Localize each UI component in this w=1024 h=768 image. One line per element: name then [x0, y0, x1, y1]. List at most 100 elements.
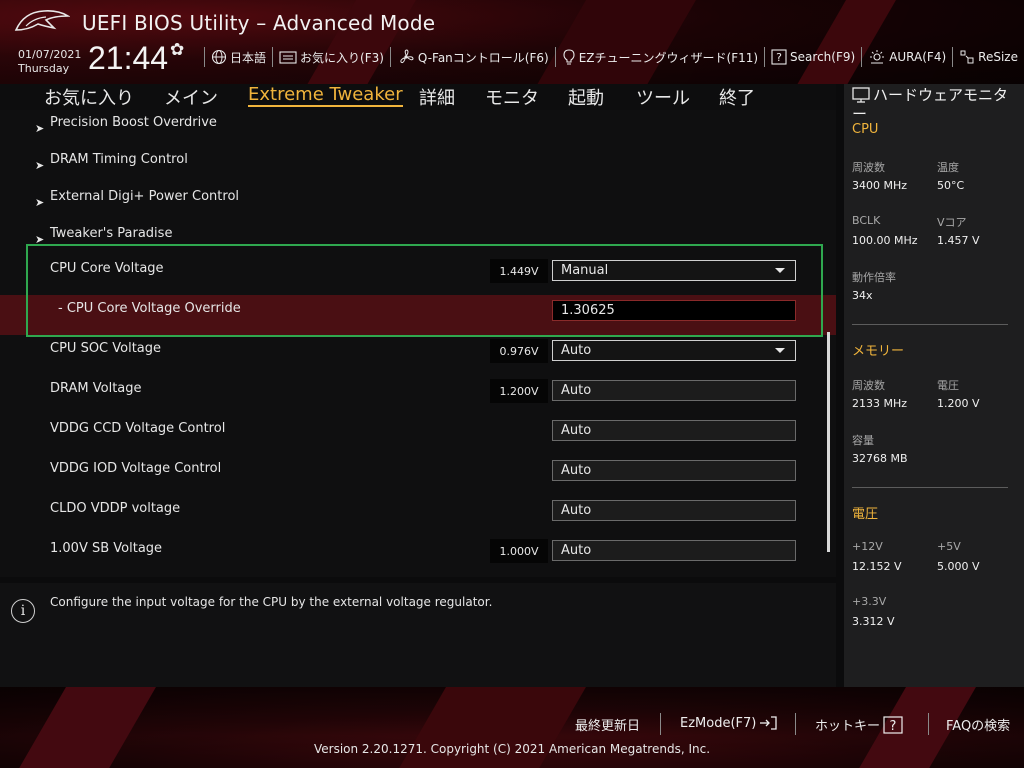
chevron-down-icon [775, 348, 785, 353]
toolbar-divider [554, 47, 556, 67]
cldo-vddp-voltage-field[interactable]: Auto [552, 500, 796, 521]
field-value: Auto [561, 383, 592, 398]
ez-tuning-label: EZチューニングウィザード(F11) [578, 50, 759, 65]
tab-favorites[interactable]: お気に入り [44, 84, 134, 110]
toolbar-divider [389, 47, 391, 67]
setting-label: DRAM Voltage [50, 381, 142, 396]
voltage-readout: 1.000V [490, 539, 548, 563]
settings-panel: ➤ Precision Boost Overdrive ➤ DRAM Timin… [0, 110, 836, 577]
tab-extreme-tweaker[interactable]: Extreme Tweaker [248, 84, 403, 107]
tab-main[interactable]: メイン [164, 84, 218, 110]
setting-row-dram-voltage[interactable]: DRAM Voltage 1.200V Auto [0, 375, 836, 413]
toolbar: 日本語 お気に入り(F3) Q-Fanコントロール(F6) EZチューニングウィ… [198, 46, 1018, 68]
bclk-value: 100.00 MHz [852, 234, 918, 247]
svg-text:?: ? [776, 51, 782, 64]
tab-monitor[interactable]: モニタ [485, 84, 539, 110]
ezmode-label: EzMode(F7) [680, 715, 757, 731]
language-label: 日本語 [230, 50, 267, 65]
clock[interactable]: 21:44 [88, 40, 168, 77]
v33-label: +3.3V [852, 595, 887, 608]
setting-row-sb-voltage[interactable]: 1.00V SB Voltage 1.000V Auto [0, 535, 836, 573]
setting-label: CLDO VDDP voltage [50, 501, 181, 516]
voltage-readout: 1.200V [490, 379, 548, 403]
memory-voltage-label: 電圧 [937, 379, 959, 392]
aura-icon [870, 50, 885, 64]
chevron-right-icon: ➤ [35, 122, 45, 135]
setting-row-vddg-ccd-voltage-control[interactable]: VDDG CCD Voltage Control Auto [0, 415, 836, 453]
submenu-external-digi-power-control[interactable]: ➤ External Digi+ Power Control [0, 186, 836, 224]
submenu-precision-boost-overdrive[interactable]: ➤ Precision Boost Overdrive [0, 112, 836, 150]
favorites-label: お気に入り(F3) [300, 50, 384, 65]
tab-advanced[interactable]: 詳細 [419, 84, 455, 110]
ez-tuning-button[interactable]: EZチューニングウィザード(F11) [562, 48, 758, 66]
header-decoration [528, 0, 702, 84]
chevron-right-icon: ➤ [35, 159, 45, 172]
setting-row-cldo-vddp-voltage[interactable]: CLDO VDDP voltage Auto [0, 495, 836, 533]
footer-divider [660, 713, 661, 735]
setting-label: VDDG CCD Voltage Control [50, 421, 226, 436]
vddg-iod-voltage-field[interactable]: Auto [552, 460, 796, 481]
language-button[interactable]: 日本語 [211, 49, 266, 66]
memory-frequency-value: 2133 MHz [852, 397, 908, 410]
dram-voltage-field[interactable]: Auto [552, 380, 796, 401]
favorites-button[interactable]: お気に入り(F3) [279, 49, 384, 66]
v12-label: +12V [852, 540, 883, 553]
hardware-monitor-title: ハードウェアモニター [852, 86, 1020, 124]
tab-boot[interactable]: 起動 [568, 84, 604, 110]
gear-icon[interactable]: ✿ [170, 40, 184, 60]
vcore-label: Vコア [937, 216, 967, 229]
tab-tool[interactable]: ツール [636, 84, 690, 110]
ezmode-button[interactable]: EzMode(F7) [680, 715, 778, 731]
tab-exit[interactable]: 終了 [719, 84, 755, 110]
submenu-dram-timing-control[interactable]: ➤ DRAM Timing Control [0, 149, 836, 187]
search-label: Search(F9) [790, 50, 856, 64]
hardware-monitor-title-text: ハードウェアモニター [852, 86, 1009, 123]
toolbar-divider [764, 47, 766, 67]
v5-label: +5V [937, 540, 961, 553]
main-menu-tabs: お気に入り メイン Extreme Tweaker 詳細 モニタ 起動 ツール … [0, 84, 836, 110]
ratio-value: 34x [852, 289, 873, 302]
help-icon: ? [771, 49, 787, 65]
copyright-text: Version 2.20.1271. Copyright (C) 2021 Am… [313, 742, 711, 756]
last-modified-button[interactable]: 最終更新日 [575, 715, 640, 734]
setting-label: 1.00V SB Voltage [50, 541, 163, 556]
lightbulb-icon [563, 49, 575, 65]
hotkeys-button[interactable]: ホットキー ? [815, 715, 903, 734]
fan-icon [400, 49, 414, 64]
favorites-icon [279, 51, 297, 64]
setting-row-vddg-iod-voltage-control[interactable]: VDDG IOD Voltage Control Auto [0, 455, 836, 493]
monitor-icon [852, 87, 870, 103]
toolbar-divider [952, 47, 954, 67]
cpu-soc-voltage-dropdown[interactable]: Auto [552, 340, 796, 361]
v5-value: 5.000 V [937, 560, 980, 573]
sb-voltage-field[interactable]: Auto [552, 540, 796, 561]
settings-scrollbar[interactable] [827, 332, 830, 552]
field-value: Auto [561, 463, 592, 478]
footer-divider [928, 713, 929, 735]
memory-voltage-value: 1.200 V [937, 397, 980, 410]
search-button[interactable]: ? Search(F9) [771, 49, 855, 65]
vddg-ccd-voltage-field[interactable]: Auto [552, 420, 796, 441]
header-bar: UEFI BIOS Utility – Advanced Mode 01/07/… [0, 0, 1024, 84]
help-icon: ? [883, 715, 903, 734]
setting-row-cpu-soc-voltage[interactable]: CPU SOC Voltage 0.976V Auto [0, 335, 836, 373]
faq-search-button[interactable]: FAQの検索 [946, 715, 1010, 734]
aura-button[interactable]: AURA(F4) [868, 49, 946, 65]
toolbar-divider [204, 47, 205, 67]
qfan-button[interactable]: Q-Fanコントロール(F6) [397, 48, 549, 66]
toolbar-divider [861, 47, 863, 67]
memory-capacity-value: 32768 MB [852, 452, 908, 465]
section-divider [852, 487, 1008, 488]
submenu-label: DRAM Timing Control [50, 152, 188, 167]
vcore-value: 1.457 V [937, 234, 980, 247]
v33-value: 3.312 V [852, 615, 895, 628]
v12-value: 12.152 V [852, 560, 902, 573]
help-description: Configure the input voltage for the CPU … [50, 595, 493, 609]
chevron-right-icon: ➤ [35, 196, 45, 209]
resize-button[interactable]: ReSize [959, 49, 1018, 65]
cpu-section-title: CPU [852, 122, 879, 137]
footer-divider [795, 713, 796, 735]
resize-label: ReSize [978, 50, 1018, 64]
section-divider [852, 324, 1008, 325]
resize-icon [960, 50, 974, 64]
